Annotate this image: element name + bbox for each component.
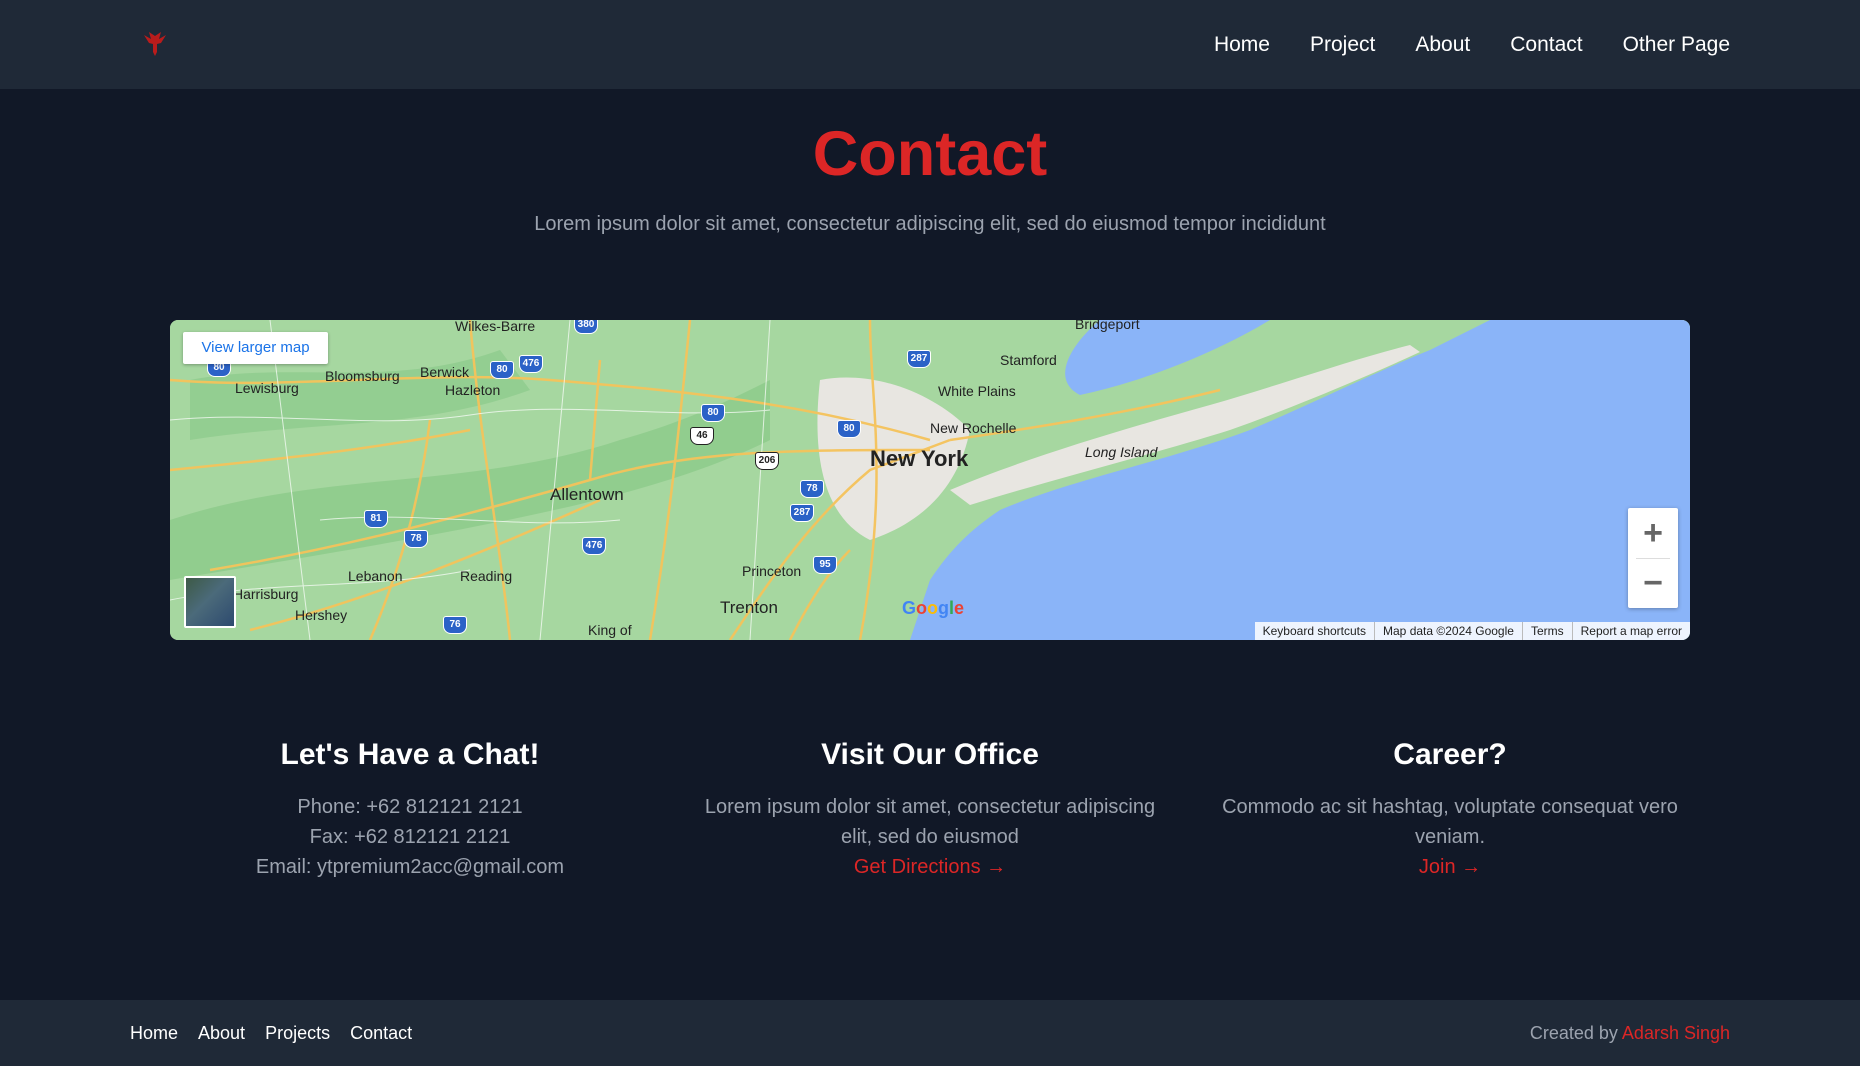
map-label-white-plains: White Plains (938, 383, 1016, 399)
map-attribution-bar: Keyboard shortcuts Map data ©2024 Google… (1254, 622, 1690, 640)
google-logo: Google (902, 598, 965, 618)
map-label-allentown: Allentown (550, 485, 624, 504)
highway-shield: 95 (813, 556, 837, 574)
map-label-stamford: Stamford (1000, 352, 1057, 368)
map-label-princeton: Princeton (742, 563, 802, 579)
footer-credit: Created by Adarsh Singh (1530, 1000, 1730, 1066)
author-link[interactable]: Adarsh Singh (1622, 1023, 1730, 1043)
highway-shield: 206 (755, 452, 779, 470)
satellite-toggle[interactable] (184, 576, 236, 628)
highway-shield: 81 (364, 510, 388, 528)
highway-shield: 78 (404, 530, 428, 548)
footer-projects-link[interactable]: Projects (265, 1023, 330, 1044)
highway-shield: 287 (907, 350, 931, 368)
page-subtitle: Lorem ipsum dolor sit amet, consectetur … (534, 213, 1326, 235)
map-label-lewisburg: Lewisburg (235, 380, 299, 396)
main-nav: Home Project About Contact Other Page (1214, 0, 1730, 89)
map-label-harrisburg: Harrisburg (233, 586, 299, 602)
get-directions-link[interactable]: Get Directions → (854, 856, 1006, 878)
career-description: Commodo ac sit hashtag, voluptate conseq… (1222, 796, 1678, 848)
map-data-text: Map data ©2024 Google (1374, 622, 1522, 640)
footer-contact-link[interactable]: Contact (350, 1023, 412, 1044)
footer-home-link[interactable]: Home (130, 1023, 178, 1044)
fax-text: Fax: +62 812121 2121 (309, 826, 511, 848)
office-heading: Visit Our Office (821, 738, 1039, 771)
map-label-hazleton: Hazleton (445, 382, 501, 398)
chat-section: Let's Have a Chat! Phone: +62 812121 212… (170, 738, 650, 882)
keyboard-shortcuts-link[interactable]: Keyboard shortcuts (1255, 622, 1374, 640)
nav-about-link[interactable]: About (1415, 33, 1470, 57)
join-link[interactable]: Join → (1419, 856, 1481, 878)
office-section: Visit Our Office Lorem ipsum dolor sit a… (690, 738, 1170, 882)
highway-shield: 476 (582, 537, 606, 555)
zoom-divider (1636, 558, 1670, 559)
map-label-new-rochelle: New Rochelle (930, 420, 1017, 436)
credit-prefix: Created by (1529, 1023, 1622, 1043)
page-title: Contact (812, 119, 1048, 189)
career-heading: Career? (1393, 738, 1507, 771)
report-map-error-link[interactable]: Report a map error (1571, 622, 1690, 640)
top-navbar: Home Project About Contact Other Page (0, 0, 1860, 89)
map-label-bridgeport: Bridgeport (1075, 320, 1140, 332)
nav-other-page-link[interactable]: Other Page (1623, 33, 1730, 57)
map-label-bloomsburg: Bloomsburg (325, 368, 400, 384)
zoom-in-button[interactable]: + (1628, 508, 1678, 558)
chat-heading: Let's Have a Chat! (280, 738, 540, 771)
red-bird-logo-icon[interactable] (140, 30, 170, 58)
map-label-long-island: Long Island (1085, 444, 1158, 460)
map-label-lebanon: Lebanon (348, 568, 403, 584)
highway-shield: 78 (800, 480, 824, 498)
highway-shield: 80 (837, 420, 861, 438)
phone-text: Phone: +62 812121 2121 (297, 796, 523, 818)
office-description: Lorem ipsum dolor sit amet, consectetur … (704, 796, 1156, 848)
map-label-new-york: New York (870, 446, 969, 471)
map-zoom-control: + − (1628, 508, 1678, 608)
nav-project-link[interactable]: Project (1310, 33, 1375, 57)
terms-link[interactable]: Terms (1521, 622, 1572, 640)
map-label-wilkes-barre: Wilkes-Barre (455, 320, 536, 334)
map-label-king-of: King of (588, 622, 632, 638)
map-label-reading: Reading (460, 568, 513, 584)
highway-shield: 80 (490, 361, 514, 379)
map-label-trenton: Trenton (720, 598, 778, 617)
highway-shield: 46 (690, 427, 714, 445)
embedded-map[interactable]: New York Allentown Trenton Princeton Lon… (170, 320, 1690, 640)
career-section: Career? Commodo ac sit hashtag, voluptat… (1210, 738, 1690, 882)
zoom-out-button[interactable]: − (1628, 558, 1678, 608)
highway-shield: 476 (519, 355, 543, 373)
highway-shield: 287 (790, 504, 814, 522)
highway-shield: 76 (443, 616, 467, 634)
highway-shield: 80 (701, 404, 725, 422)
highway-shield: 380 (574, 320, 598, 334)
page-footer: Home About Projects Contact Created by A… (0, 1000, 1860, 1066)
nav-home-link[interactable]: Home (1214, 33, 1270, 57)
view-larger-map-link[interactable]: View larger map (183, 332, 328, 364)
map-label-hershey: Hershey (295, 607, 348, 623)
email-text: Email: ytpremium2acc@gmail.com (255, 856, 565, 878)
footer-nav: Home About Projects Contact (130, 1000, 412, 1066)
footer-about-link[interactable]: About (198, 1023, 245, 1044)
nav-contact-link[interactable]: Contact (1510, 33, 1582, 57)
map-label-berwick: Berwick (420, 364, 470, 380)
